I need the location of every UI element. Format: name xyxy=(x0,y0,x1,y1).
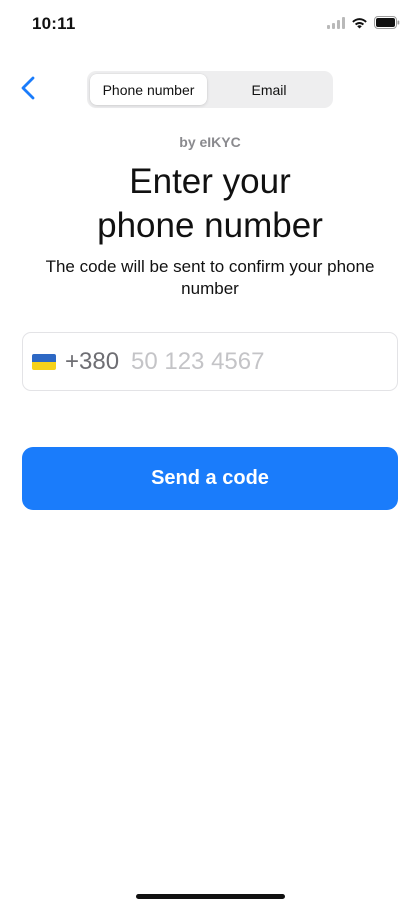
subtitle: The code will be sent to confirm your ph… xyxy=(45,257,375,298)
phone-number-input[interactable] xyxy=(129,346,381,378)
status-icons xyxy=(327,16,400,29)
signal-icon xyxy=(327,16,345,29)
segment-phone-number[interactable]: Phone number xyxy=(90,74,207,105)
segment-email[interactable]: Email xyxy=(208,74,330,105)
battery-icon xyxy=(374,16,400,29)
country-code[interactable]: +380 xyxy=(65,348,119,376)
status-bar: 10:11 xyxy=(0,0,420,50)
page-title: Enter your phone number xyxy=(97,162,323,245)
phone-field[interactable]: +380 xyxy=(22,332,398,391)
ukraine-flag-icon xyxy=(32,354,56,370)
status-time: 10:11 xyxy=(32,14,76,33)
back-button[interactable] xyxy=(14,74,42,106)
home-indicator xyxy=(136,894,285,899)
wifi-icon xyxy=(351,17,368,29)
chevron-left-icon xyxy=(21,76,35,105)
login-method-segmented-control: Phone number Email xyxy=(87,71,333,108)
send-code-button[interactable]: Send a code xyxy=(22,447,398,510)
by-label: by eIKYC xyxy=(179,134,241,150)
